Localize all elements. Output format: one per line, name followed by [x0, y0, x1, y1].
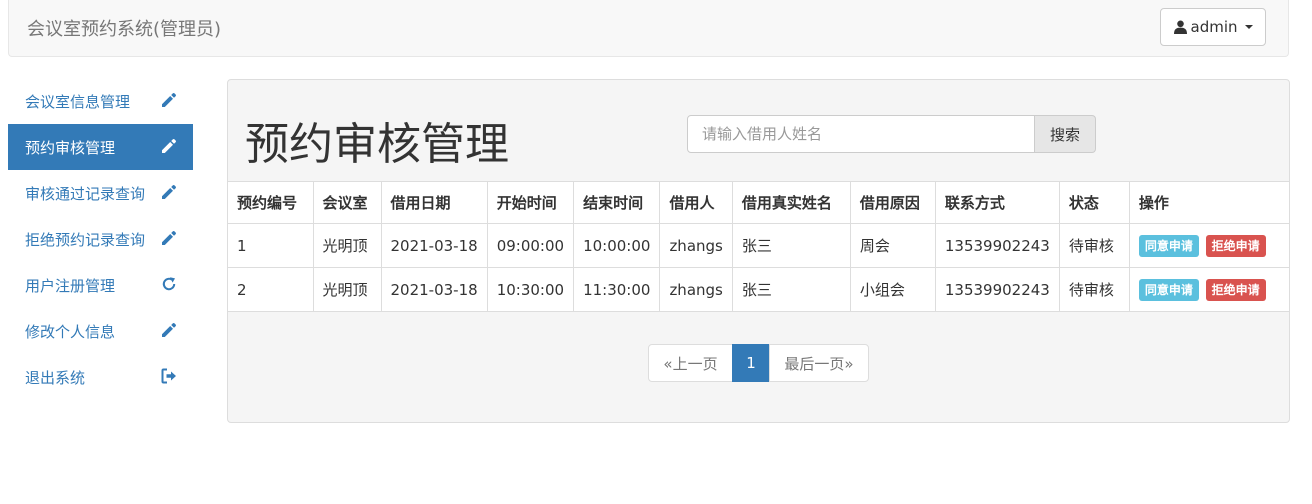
table-row: 2 光明顶 2021-03-18 10:30:00 11:30:00 zhang… [228, 267, 1289, 312]
sidebar-item-label: 退出系统 [25, 368, 86, 387]
sidebar-item-label: 修改个人信息 [25, 322, 116, 341]
search-input[interactable] [687, 115, 1035, 153]
column-header: 结束时间 [573, 181, 661, 224]
table-row: 1 光明顶 2021-03-18 09:00:00 10:00:00 zhang… [228, 223, 1289, 268]
table-cell: 周会 [849, 223, 936, 268]
column-header: 预约编号 [228, 181, 314, 224]
page-title: 预约审核管理 [245, 119, 509, 170]
table-cell: zhangs [659, 267, 733, 312]
pencil-icon [160, 321, 178, 339]
search-button[interactable]: 搜索 [1035, 115, 1096, 153]
table-cell: 1 [228, 223, 314, 268]
column-header: 开始时间 [486, 181, 575, 224]
sidebar-item-label: 拒绝预约记录查询 [25, 230, 146, 249]
table-cell: 2021-03-18 [380, 267, 488, 312]
sidebar-item-approved-records[interactable]: 审核通过记录查询 [8, 170, 193, 216]
table-cell: 2021-03-18 [380, 223, 488, 268]
actions-cell: 同意申请 拒绝申请 [1128, 267, 1289, 312]
table-cell: 09:00:00 [486, 223, 575, 268]
user-name: admin [1190, 18, 1238, 36]
table-cell: 待审核 [1058, 223, 1130, 268]
table-cell: 11:30:00 [573, 267, 661, 312]
table-cell: zhangs [659, 223, 733, 268]
page-number-current[interactable]: 1 [732, 344, 770, 382]
main-panel: 预约审核管理 搜索 预约编号 会议室 借用日期 开始时间 结束时间 借用人 借用… [227, 79, 1290, 423]
sidebar-item-edit-profile[interactable]: 修改个人信息 [8, 308, 193, 354]
column-header: 借用人 [659, 181, 733, 224]
pencil-icon [160, 229, 178, 247]
actions-cell: 同意申请 拒绝申请 [1128, 223, 1289, 268]
sidebar-item-booking-review[interactable]: 预约审核管理 [8, 124, 193, 170]
table-cell: 13539902243 [934, 267, 1060, 312]
pencil-icon [160, 91, 178, 109]
sidebar-item-room-info[interactable]: 会议室信息管理 [8, 78, 193, 124]
prev-page-link[interactable]: «上一页 [648, 344, 733, 382]
sidebar-item-label: 会议室信息管理 [25, 92, 131, 111]
last-page-link[interactable]: 最后一页» [769, 344, 869, 382]
sidebar-item-label: 预约审核管理 [25, 138, 116, 157]
table-cell: 待审核 [1058, 267, 1130, 312]
user-menu-button[interactable]: admin [1160, 8, 1266, 46]
column-header: 借用日期 [380, 181, 488, 224]
table-cell: 光明顶 [312, 267, 382, 312]
top-navbar: 会议室预约系统(管理员) admin [8, 0, 1289, 57]
approve-button[interactable]: 同意申请 [1138, 234, 1199, 257]
refresh-icon [160, 275, 178, 293]
table-cell: 张三 [731, 223, 851, 268]
table-cell: 13539902243 [934, 223, 1060, 268]
sidebar-item-rejected-records[interactable]: 拒绝预约记录查询 [8, 216, 193, 262]
table-cell: 10:00:00 [573, 223, 661, 268]
table-cell: 张三 [731, 267, 851, 312]
sidebar-item-user-registration[interactable]: 用户注册管理 [8, 262, 193, 308]
table-cell: 小组会 [849, 267, 936, 312]
sidebar-item-logout[interactable]: 退出系统 [8, 354, 193, 400]
search-group: 搜索 [687, 115, 1096, 153]
column-header: 借用原因 [849, 181, 936, 224]
column-header: 会议室 [312, 181, 382, 224]
sidebar-item-label: 审核通过记录查询 [25, 184, 146, 203]
table-cell: 10:30:00 [486, 267, 575, 312]
pencil-icon [160, 137, 178, 155]
table-header-row: 预约编号 会议室 借用日期 开始时间 结束时间 借用人 借用真实姓名 借用原因 … [228, 181, 1289, 224]
column-header: 操作 [1128, 181, 1289, 224]
column-header: 联系方式 [934, 181, 1060, 224]
table-cell: 2 [228, 267, 314, 312]
pencil-icon [160, 183, 178, 201]
user-icon [1173, 20, 1187, 34]
sidebar: 会议室信息管理 预约审核管理 审核通过记录查询 拒绝预约记录查询 用户注册管理 … [8, 78, 193, 400]
caret-down-icon [1244, 25, 1253, 29]
reject-button[interactable]: 拒绝申请 [1205, 234, 1266, 257]
table-cell: 光明顶 [312, 223, 382, 268]
approve-button[interactable]: 同意申请 [1138, 278, 1199, 301]
column-header: 借用真实姓名 [731, 181, 851, 224]
sidebar-item-label: 用户注册管理 [25, 276, 116, 295]
column-header: 状态 [1058, 181, 1130, 224]
app-title[interactable]: 会议室预约系统(管理员) [27, 15, 221, 41]
pagination: «上一页 1 最后一页» [648, 344, 869, 382]
logout-icon [160, 367, 178, 385]
reject-button[interactable]: 拒绝申请 [1205, 278, 1266, 301]
booking-table: 预约编号 会议室 借用日期 开始时间 结束时间 借用人 借用真实姓名 借用原因 … [228, 181, 1289, 312]
